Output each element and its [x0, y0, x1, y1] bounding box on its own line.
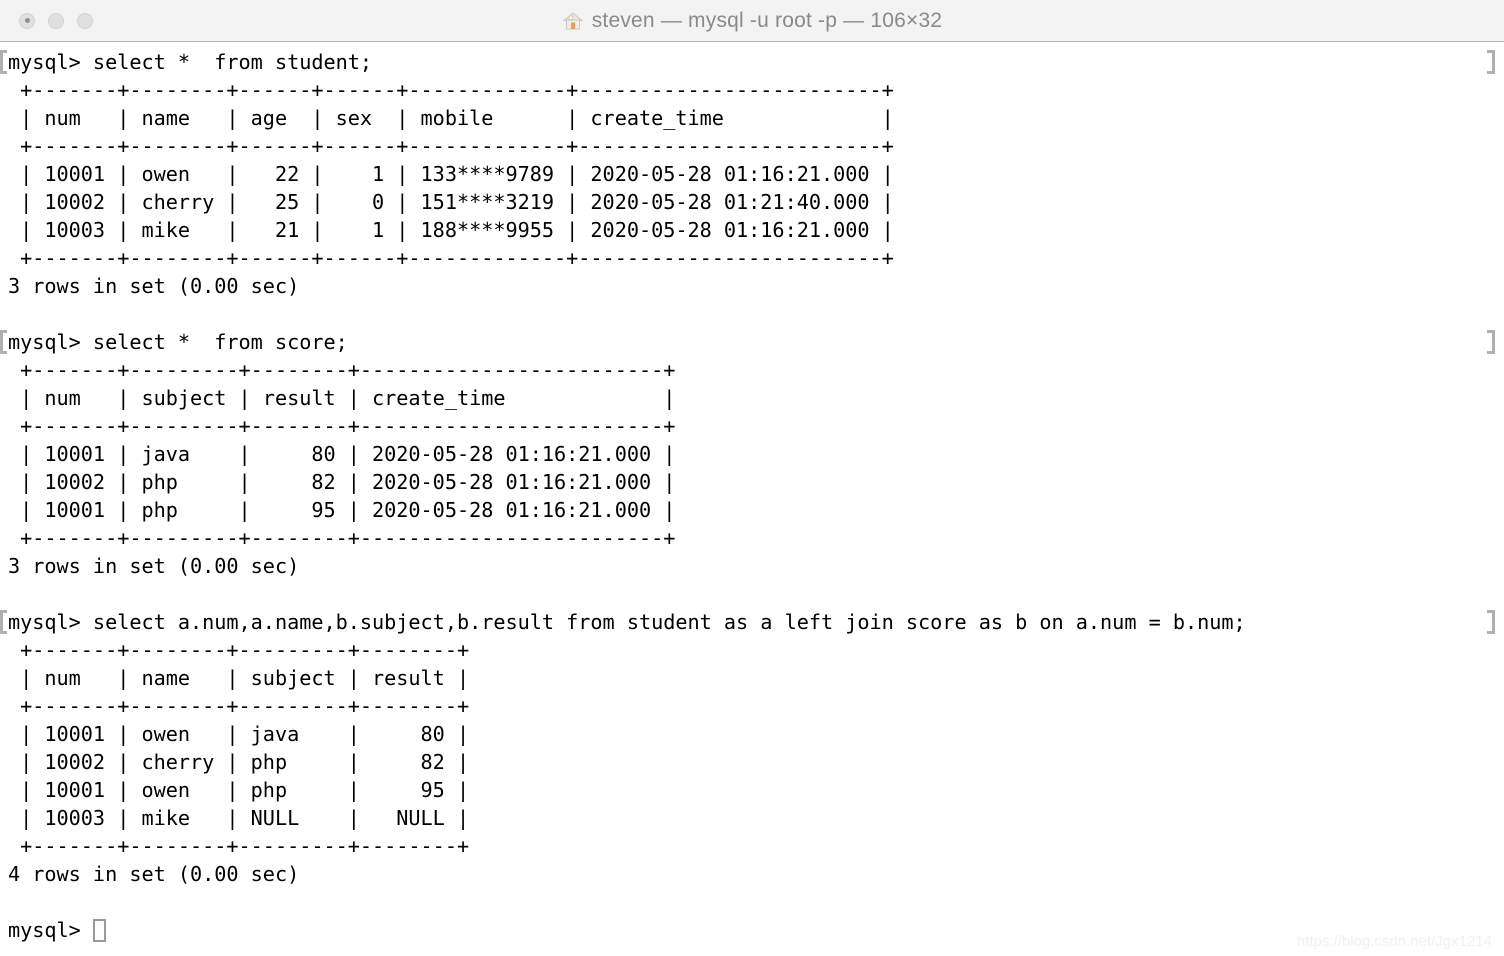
window-title-group: steven — mysql -u root -p — 106×32	[0, 0, 1504, 41]
terminal-line-text: | 10002 | php | 82 | 2020-05-28 01:16:21…	[8, 470, 676, 494]
terminal-line-text	[8, 890, 20, 914]
terminal-line-text: | 10003 | mike | NULL | NULL |	[8, 806, 470, 830]
terminal-output-line: | num | name | subject | result |	[8, 664, 1504, 692]
terminal-output-line: | 10001 | owen | php | 95 |	[8, 776, 1504, 804]
terminal-line-text: +-------+---------+--------+------------…	[8, 526, 676, 550]
terminal-line-text: +-------+--------+------+------+--------…	[8, 78, 894, 102]
terminal-line-text: | 10001 | owen | java | 80 |	[8, 722, 470, 746]
terminal-command-line: mysql> select a.num,a.name,b.subject,b.r…	[0, 608, 1504, 636]
terminal-output-line: | 10002 | cherry | 25 | 0 | 151****3219 …	[8, 188, 1504, 216]
terminal-line-text: | 10001 | java | 80 | 2020-05-28 01:16:2…	[8, 442, 676, 466]
terminal-output-line: 3 rows in set (0.00 sec)	[8, 272, 1504, 300]
terminal-output-line: | 10001 | owen | 22 | 1 | 133****9789 | …	[8, 160, 1504, 188]
terminal-output-line	[8, 300, 1504, 328]
terminal-text: mysql> select * from student; +-------+-…	[0, 48, 1504, 944]
terminal-output-line: +-------+--------+------+------+--------…	[8, 132, 1504, 160]
prompt-mark-right-icon	[1487, 50, 1495, 74]
terminal-line-text: | 10003 | mike | 21 | 1 | 188****9955 | …	[8, 218, 894, 242]
terminal-output-line: +-------+--------+---------+--------+	[8, 832, 1504, 860]
minimize-button[interactable]	[48, 12, 64, 29]
close-button[interactable]	[19, 12, 35, 29]
terminal-output-line: +-------+--------+---------+--------+	[8, 692, 1504, 720]
terminal-output-line: | num | name | age | sex | mobile | crea…	[8, 104, 1504, 132]
terminal-line-text: | num | name | subject | result |	[8, 666, 470, 690]
terminal-line-text: 3 rows in set (0.00 sec)	[8, 274, 300, 298]
prompt-mark-left-icon	[0, 330, 7, 354]
terminal-command-line: mysql> select * from score;	[0, 328, 1504, 356]
terminal-line-text: 4 rows in set (0.00 sec)	[8, 862, 300, 886]
terminal-output-line	[8, 888, 1504, 916]
terminal-output-line: +-------+---------+--------+------------…	[8, 524, 1504, 552]
terminal-line-text: | num | name | age | sex | mobile | crea…	[8, 106, 894, 130]
terminal-output-line: +-------+--------+------+------+--------…	[8, 244, 1504, 272]
terminal-line-text: mysql> select * from student;	[8, 50, 373, 74]
terminal-line-text	[8, 302, 20, 326]
terminal-output-line: | 10001 | java | 80 | 2020-05-28 01:16:2…	[8, 440, 1504, 468]
terminal-output-line: 3 rows in set (0.00 sec)	[8, 552, 1504, 580]
terminal-output-line: 4 rows in set (0.00 sec)	[8, 860, 1504, 888]
window-title: steven — mysql -u root -p — 106×32	[591, 8, 943, 32]
terminal-line-text: +-------+---------+--------+------------…	[8, 414, 676, 438]
house-icon	[562, 10, 584, 32]
prompt-mark-left-icon	[0, 610, 7, 634]
terminal-window: steven — mysql -u root -p — 106×32 mysql…	[0, 0, 1504, 956]
terminal-output-area[interactable]: mysql> select * from student; +-------+-…	[0, 42, 1504, 956]
window-titlebar[interactable]: steven — mysql -u root -p — 106×32	[0, 0, 1504, 42]
terminal-output-line: +-------+---------+--------+------------…	[8, 356, 1504, 384]
terminal-line-text: 3 rows in set (0.00 sec)	[8, 554, 300, 578]
terminal-output-line: | 10001 | owen | java | 80 |	[8, 720, 1504, 748]
terminal-output-line: | 10002 | cherry | php | 82 |	[8, 748, 1504, 776]
terminal-line-text: +-------+--------+------+------+--------…	[8, 246, 894, 270]
terminal-output-line: +-------+---------+--------+------------…	[8, 412, 1504, 440]
terminal-cursor[interactable]	[92, 919, 106, 942]
prompt-mark-right-icon	[1487, 610, 1495, 634]
terminal-line-text	[8, 582, 20, 606]
terminal-line-text: +-------+--------+------+------+--------…	[8, 134, 894, 158]
terminal-line-text: +-------+--------+---------+--------+	[8, 834, 470, 858]
terminal-line-text: mysql> select a.num,a.name,b.subject,b.r…	[8, 610, 1246, 634]
terminal-line-text: +-------+---------+--------+------------…	[8, 358, 676, 382]
terminal-line-text: | 10001 | php | 95 | 2020-05-28 01:16:21…	[8, 498, 676, 522]
terminal-line-text: | 10001 | owen | php | 95 |	[8, 778, 470, 802]
terminal-line-text: mysql> select * from score;	[8, 330, 348, 354]
prompt-mark-left-icon	[0, 50, 7, 74]
terminal-input-line[interactable]: mysql>	[8, 916, 1504, 944]
prompt-mark-right-icon	[1487, 330, 1495, 354]
terminal-output-line: | 10003 | mike | NULL | NULL |	[8, 804, 1504, 832]
terminal-line-text: | num | subject | result | create_time |	[8, 386, 676, 410]
traffic-light-group	[19, 12, 93, 29]
terminal-line-text: | 10002 | cherry | php | 82 |	[8, 750, 470, 774]
terminal-output-line: | 10003 | mike | 21 | 1 | 188****9955 | …	[8, 216, 1504, 244]
watermark: https://blog.csdn.net/Jgx1214	[1296, 933, 1492, 950]
terminal-command-line: mysql> select * from student;	[0, 48, 1504, 76]
terminal-output-line: | 10001 | php | 95 | 2020-05-28 01:16:21…	[8, 496, 1504, 524]
terminal-output-line: | 10002 | php | 82 | 2020-05-28 01:16:21…	[8, 468, 1504, 496]
terminal-output-line: +-------+--------+---------+--------+	[8, 636, 1504, 664]
terminal-line-text: | 10001 | owen | 22 | 1 | 133****9789 | …	[8, 162, 894, 186]
terminal-output-line: +-------+--------+------+------+--------…	[8, 76, 1504, 104]
terminal-output-line	[8, 580, 1504, 608]
terminal-line-text: +-------+--------+---------+--------+	[8, 638, 470, 662]
terminal-line-text: +-------+--------+---------+--------+	[8, 694, 470, 718]
terminal-line-text: | 10002 | cherry | 25 | 0 | 151****3219 …	[8, 190, 894, 214]
zoom-button[interactable]	[77, 12, 93, 29]
terminal-prompt: mysql>	[8, 918, 93, 942]
terminal-output-line: | num | subject | result | create_time |	[8, 384, 1504, 412]
